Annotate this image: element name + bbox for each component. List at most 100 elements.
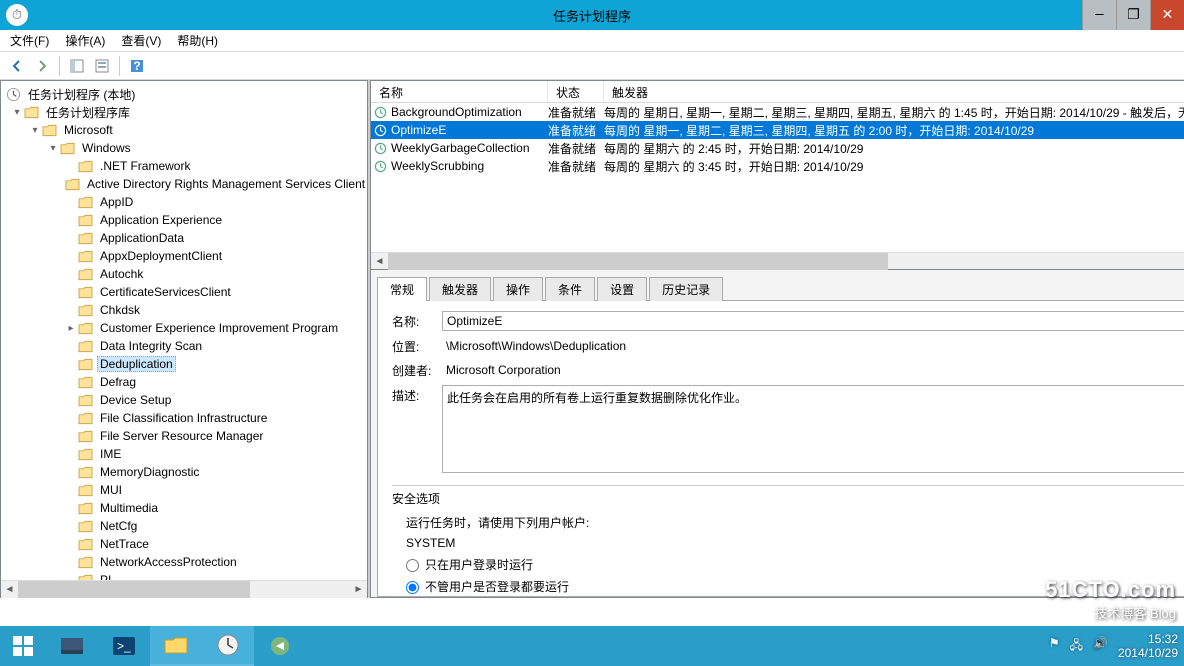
help-button[interactable]: ? xyxy=(126,55,148,77)
clock-icon xyxy=(371,124,389,137)
label-name: 名称: xyxy=(392,313,442,330)
taskbar: >_ ⚑ 🖧 🔊 15:32 2014/10/29 xyxy=(0,626,1184,666)
tree-item[interactable]: NetTrace xyxy=(3,535,365,553)
tray-network-icon[interactable]: 🖧 xyxy=(1070,636,1083,657)
toolbar: ? xyxy=(0,52,1184,80)
task-row[interactable]: WeeklyGarbageCollection准备就绪每周的 星期六 的 2:4… xyxy=(371,139,1184,157)
location-value: \Microsoft\Windows\Deduplication xyxy=(442,337,1184,355)
tree-root[interactable]: 任务计划程序 (本地) xyxy=(3,85,365,103)
name-field[interactable] xyxy=(442,311,1184,331)
main-area: 任务计划程序 (本地)▾任务计划程序库▾Microsoft▾Windows.NE… xyxy=(0,80,1184,598)
tree-item[interactable]: PI xyxy=(3,571,365,580)
tree-item[interactable]: MemoryDiagnostic xyxy=(3,463,365,481)
start-button[interactable] xyxy=(0,626,46,666)
tree-item[interactable]: Autochk xyxy=(3,265,365,283)
tab-triggers[interactable]: 触发器 xyxy=(429,277,491,301)
tree-item[interactable]: NetworkAccessProtection xyxy=(3,553,365,571)
maximize-button[interactable]: ❐ xyxy=(1116,0,1150,30)
show-hide-tree-button[interactable] xyxy=(66,55,88,77)
tab-actions[interactable]: 操作 xyxy=(493,277,543,301)
svg-text:?: ? xyxy=(133,59,140,73)
taskbar-task-scheduler[interactable] xyxy=(202,626,254,666)
back-button[interactable] xyxy=(6,55,28,77)
taskbar-app[interactable] xyxy=(254,626,306,666)
security-options-title: 安全选项 xyxy=(392,490,1184,507)
run-as-label: 运行任务时，请使用下列用户帐户: xyxy=(406,513,1184,533)
tree-item[interactable]: MUI xyxy=(3,481,365,499)
menu-view[interactable]: 查看(V) xyxy=(121,32,161,49)
tree-item[interactable]: Data Integrity Scan xyxy=(3,337,365,355)
tray-flag-icon[interactable]: ⚑ xyxy=(1049,636,1060,657)
menubar: 文件(F) 操作(A) 查看(V) 帮助(H) xyxy=(0,30,1184,52)
tray-clock[interactable]: 15:32 2014/10/29 xyxy=(1118,632,1178,660)
details-tabs: 常规 触发器 操作 条件 设置 历史记录 xyxy=(377,276,1184,300)
column-trigger[interactable]: 触发器 xyxy=(604,81,1184,102)
tree-windows[interactable]: ▾Windows xyxy=(3,139,365,157)
task-list-header: 名称 状态 触发器 xyxy=(371,81,1184,103)
tray-volume-icon[interactable]: 🔊 xyxy=(1093,636,1108,657)
taskbar-explorer[interactable] xyxy=(150,626,202,666)
tree-item[interactable]: .NET Framework xyxy=(3,157,365,175)
taskbar-powershell[interactable]: >_ xyxy=(98,626,150,666)
minimize-button[interactable]: — xyxy=(1082,0,1116,30)
tree-item[interactable]: Defrag xyxy=(3,373,365,391)
tab-history[interactable]: 历史记录 xyxy=(649,277,723,301)
author-value: Microsoft Corporation xyxy=(442,361,1184,379)
tree-library[interactable]: ▾任务计划程序库 xyxy=(3,103,365,121)
column-name[interactable]: 名称 xyxy=(371,81,548,102)
close-button[interactable]: ✕ xyxy=(1150,0,1184,30)
menu-file[interactable]: 文件(F) xyxy=(10,32,49,49)
system-tray[interactable]: ⚑ 🖧 🔊 15:32 2014/10/29 xyxy=(1049,626,1184,666)
task-list: 名称 状态 触发器 BackgroundOptimization准备就绪每周的 … xyxy=(371,81,1184,269)
tree-horizontal-scrollbar[interactable]: ◄► xyxy=(1,580,367,597)
tree-item[interactable]: Chkdsk xyxy=(3,301,365,319)
tree-item[interactable]: NetCfg xyxy=(3,517,365,535)
task-row[interactable]: BackgroundOptimization准备就绪每周的 星期日, 星期一, … xyxy=(371,103,1184,121)
app-icon: ⏱ xyxy=(6,4,28,26)
tree-item[interactable]: File Classification Infrastructure xyxy=(3,409,365,427)
tree-item[interactable]: Deduplication xyxy=(3,355,365,373)
menu-help[interactable]: 帮助(H) xyxy=(177,32,218,49)
task-row[interactable]: OptimizeE准备就绪每周的 星期一, 星期二, 星期三, 星期四, 星期五… xyxy=(371,121,1184,139)
right-pane: 名称 状态 触发器 BackgroundOptimization准备就绪每周的 … xyxy=(370,80,1184,598)
tree-item[interactable]: AppID xyxy=(3,193,365,211)
titlebar: ⏱ 任务计划程序 — ❐ ✕ xyxy=(0,0,1184,30)
description-field[interactable] xyxy=(442,385,1184,473)
tasks-horizontal-scrollbar[interactable]: ◄► xyxy=(371,252,1184,269)
run-as-value: SYSTEM xyxy=(406,533,1184,553)
tree-item[interactable]: ApplicationData xyxy=(3,229,365,247)
properties-button[interactable] xyxy=(91,55,113,77)
tree-microsoft[interactable]: ▾Microsoft xyxy=(3,121,365,139)
tab-general[interactable]: 常规 xyxy=(377,277,427,301)
tree-item[interactable]: IME xyxy=(3,445,365,463)
radio-only-logged-on[interactable] xyxy=(406,559,419,572)
radio-whether-logged-on[interactable] xyxy=(406,581,419,594)
clock-icon xyxy=(371,160,389,173)
tree-item[interactable]: Multimedia xyxy=(3,499,365,517)
tree-item[interactable]: Device Setup xyxy=(3,391,365,409)
tree-item[interactable]: Active Directory Rights Management Servi… xyxy=(3,175,365,193)
forward-button[interactable] xyxy=(31,55,53,77)
tree-pane: 任务计划程序 (本地)▾任务计划程序库▾Microsoft▾Windows.NE… xyxy=(0,80,368,598)
column-state[interactable]: 状态 xyxy=(548,81,604,102)
radio-only-logged-on-label: 只在用户登录时运行 xyxy=(425,555,533,575)
tree-item[interactable]: ▸Customer Experience Improvement Program xyxy=(3,319,365,337)
tree-item[interactable]: CertificateServicesClient xyxy=(3,283,365,301)
tab-content-general: 名称: 位置: \Microsoft\Windows\Deduplication… xyxy=(377,300,1184,597)
label-author: 创建者: xyxy=(392,362,442,379)
tree-item[interactable]: Application Experience xyxy=(3,211,365,229)
tab-conditions[interactable]: 条件 xyxy=(545,277,595,301)
clock-icon xyxy=(371,106,389,119)
window-title: 任务计划程序 xyxy=(553,6,631,25)
tab-settings[interactable]: 设置 xyxy=(597,277,647,301)
tree-item[interactable]: File Server Resource Manager xyxy=(3,427,365,445)
task-row[interactable]: WeeklyScrubbing准备就绪每周的 星期六 的 3:45 时，开始日期… xyxy=(371,157,1184,175)
taskbar-server-manager[interactable] xyxy=(46,626,98,666)
watermark: 51CTO.com 技术博客 Blog xyxy=(1045,577,1176,622)
menu-action[interactable]: 操作(A) xyxy=(65,32,105,49)
radio-whether-logged-on-label: 不管用户是否登录都要运行 xyxy=(425,577,569,597)
label-location: 位置: xyxy=(392,338,442,355)
tree-item[interactable]: AppxDeploymentClient xyxy=(3,247,365,265)
clock-icon xyxy=(371,142,389,155)
svg-text:>_: >_ xyxy=(117,639,131,653)
